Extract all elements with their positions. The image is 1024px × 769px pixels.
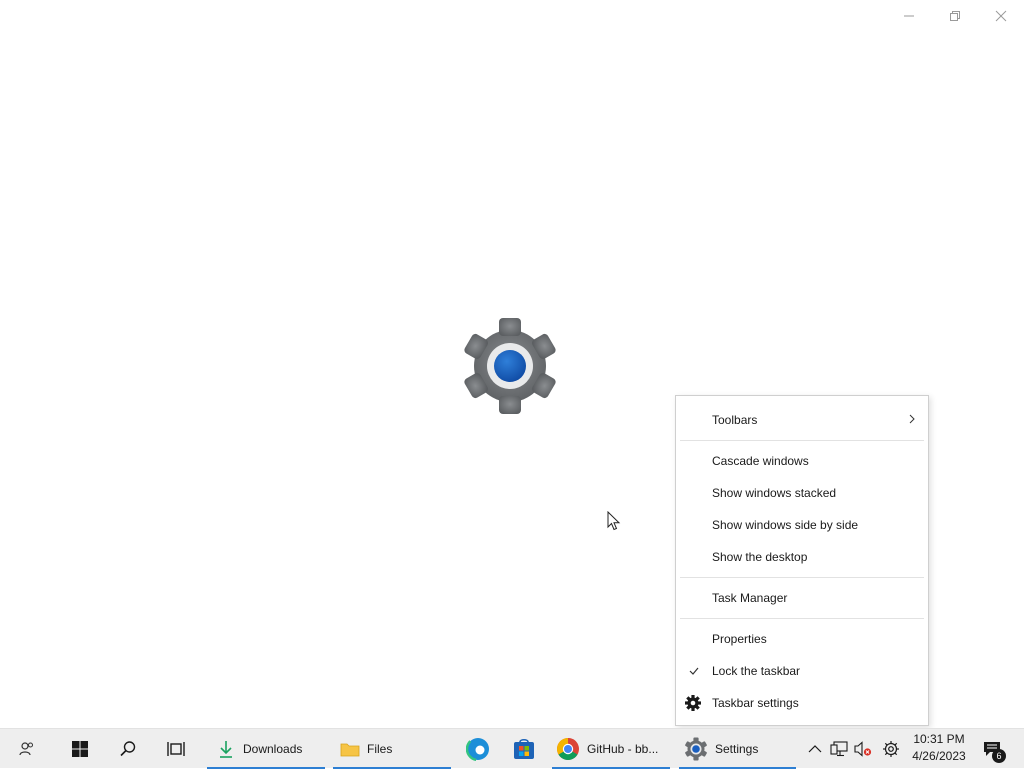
minimize-icon bbox=[904, 15, 914, 17]
menu-item-taskbar-settings[interactable]: Taskbar settings bbox=[676, 689, 928, 717]
taskbar-app-label: Settings bbox=[715, 742, 759, 756]
taskbar-app-downloads[interactable]: Downloads bbox=[207, 729, 325, 769]
menu-item-label: Properties bbox=[712, 632, 767, 646]
window-caption-buttons bbox=[886, 0, 1024, 32]
taskbar: Downloads Files GitHub - bb... Settings … bbox=[0, 728, 1024, 769]
clock[interactable]: 10:31 PM 4/26/2023 bbox=[905, 731, 973, 765]
show-hidden-icons-button[interactable] bbox=[804, 729, 826, 769]
chrome-icon bbox=[556, 737, 580, 761]
store-icon bbox=[514, 738, 534, 759]
menu-separator bbox=[680, 440, 924, 441]
task-view-button[interactable] bbox=[160, 729, 192, 769]
menu-separator bbox=[680, 618, 924, 619]
tray-settings-button[interactable] bbox=[879, 729, 903, 769]
menu-item-lock-the-taskbar[interactable]: Lock the taskbar bbox=[676, 657, 928, 685]
notification-count-badge: 6 bbox=[992, 749, 1006, 763]
taskbar-app-files[interactable]: Files bbox=[333, 729, 451, 769]
taskbar-app-store[interactable] bbox=[506, 729, 542, 769]
menu-item-show-windows-side-by-side[interactable]: Show windows side by side bbox=[676, 511, 928, 539]
restore-button[interactable] bbox=[932, 0, 978, 32]
chevron-right-icon bbox=[909, 414, 915, 424]
people-icon bbox=[19, 742, 33, 756]
taskbar-app-label: Files bbox=[367, 742, 393, 756]
volume-muted-icon bbox=[854, 741, 872, 757]
menu-item-cascade-windows[interactable]: Cascade windows bbox=[676, 447, 928, 475]
taskbar-app-label: GitHub - bb... bbox=[587, 742, 659, 756]
menu-item-label: Taskbar settings bbox=[712, 696, 799, 710]
windows-start-icon bbox=[72, 741, 88, 757]
menu-item-show-windows-stacked[interactable]: Show windows stacked bbox=[676, 479, 928, 507]
restore-icon bbox=[950, 11, 960, 21]
menu-item-properties[interactable]: Properties bbox=[676, 625, 928, 653]
search-button[interactable] bbox=[112, 729, 144, 769]
menu-item-label: Lock the taskbar bbox=[712, 664, 801, 678]
network-button[interactable] bbox=[828, 729, 850, 769]
menu-item-label: Toolbars bbox=[712, 413, 758, 427]
checkmark-icon bbox=[689, 667, 699, 675]
people-button[interactable] bbox=[12, 729, 42, 769]
menu-separator bbox=[680, 577, 924, 578]
close-button[interactable] bbox=[978, 0, 1024, 32]
taskbar-app-label: Downloads bbox=[243, 742, 303, 756]
menu-item-label: Cascade windows bbox=[712, 454, 809, 468]
taskbar-app-chrome[interactable]: GitHub - bb... bbox=[552, 729, 670, 769]
taskbar-context-menu: Toolbars Cascade windows Show windows st… bbox=[675, 395, 929, 726]
menu-item-toolbars[interactable]: Toolbars bbox=[676, 406, 928, 434]
download-arrow-icon bbox=[216, 739, 236, 759]
menu-item-show-the-desktop[interactable]: Show the desktop bbox=[676, 543, 928, 571]
task-view-icon bbox=[167, 742, 185, 756]
volume-button[interactable] bbox=[852, 729, 874, 769]
close-icon bbox=[995, 10, 1007, 22]
menu-item-label: Show windows side by side bbox=[712, 518, 859, 532]
settings-gear-icon bbox=[460, 318, 560, 414]
taskbar-app-edge[interactable] bbox=[460, 729, 496, 769]
settings-gear-icon bbox=[883, 741, 899, 757]
menu-item-label: Show the desktop bbox=[712, 550, 808, 564]
clock-date: 4/26/2023 bbox=[912, 749, 966, 763]
minimize-button[interactable] bbox=[886, 0, 932, 32]
search-icon bbox=[120, 741, 136, 757]
network-icon bbox=[830, 741, 848, 757]
gear-icon bbox=[685, 695, 701, 711]
clock-time: 10:31 PM bbox=[913, 732, 965, 746]
chevron-up-icon bbox=[808, 745, 822, 753]
taskbar-app-settings[interactable]: Settings bbox=[679, 729, 796, 769]
menu-item-task-manager[interactable]: Task Manager bbox=[676, 584, 928, 612]
settings-gear-icon bbox=[684, 737, 708, 761]
start-button[interactable] bbox=[64, 729, 96, 769]
menu-item-label: Task Manager bbox=[712, 591, 788, 605]
menu-item-label: Show windows stacked bbox=[712, 486, 837, 500]
edge-icon bbox=[466, 737, 490, 761]
folder-icon bbox=[340, 739, 360, 759]
mouse-cursor-icon bbox=[607, 510, 621, 531]
